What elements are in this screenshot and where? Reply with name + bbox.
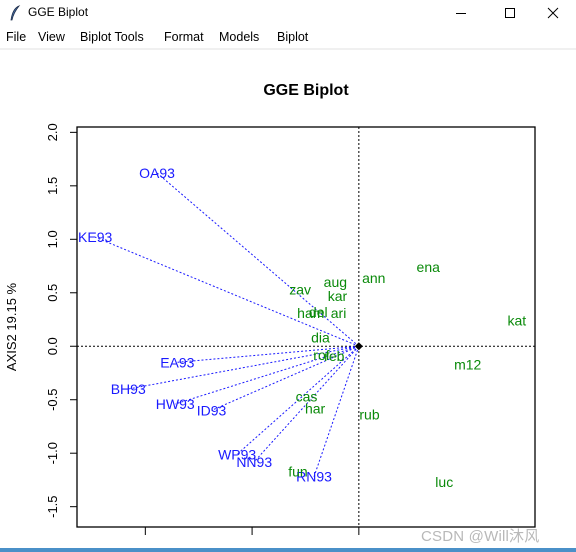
- gge-biplot-chart: GGE Biplot AXIS2 19.15 % 2.0 1.5 1.0 0.5 0.0…: [4, 82, 536, 535]
- environment-label: KE93: [78, 229, 112, 245]
- genotype-label: kar: [328, 288, 348, 304]
- genotype-label: rub: [359, 407, 379, 423]
- menu-biplot-tools[interactable]: Biplot Tools: [80, 30, 144, 44]
- menu-file[interactable]: File: [6, 30, 26, 44]
- genotype-label: luc: [435, 474, 453, 490]
- maximize-icon: [505, 8, 515, 18]
- title-bar: GGE Biplot: [0, 0, 576, 26]
- feather-icon: [10, 5, 21, 21]
- minimize-button[interactable]: [438, 0, 484, 26]
- y-tick-label: 2.0: [45, 123, 60, 141]
- close-button[interactable]: [530, 0, 576, 26]
- genotype-label: dia: [311, 330, 330, 346]
- genotype-label: zav: [289, 282, 311, 298]
- menu-models[interactable]: Models: [219, 30, 259, 44]
- environment-label: NN93: [236, 454, 272, 470]
- genotype-label: kat: [508, 313, 527, 329]
- genotype-label: reb: [324, 348, 344, 364]
- watermark: CSDN @Will沐风: [421, 528, 540, 545]
- window-bottom-border: [0, 548, 576, 552]
- minimize-icon: [456, 13, 466, 14]
- y-tick-label: -1.5: [45, 495, 60, 517]
- y-tick-label: 0.0: [45, 337, 60, 355]
- environment-label: ID93: [197, 402, 227, 418]
- y-tick-label: 1.0: [45, 230, 60, 248]
- y-tick-label: 0.5: [45, 284, 60, 302]
- y-tick-label: -1.0: [45, 442, 60, 464]
- y-tick-label: -0.5: [45, 389, 60, 411]
- y-tick-label: 1.5: [45, 177, 60, 195]
- origin-marker: [354, 342, 363, 351]
- genotype-label: ari: [331, 305, 347, 321]
- window-title: GGE Biplot: [28, 5, 89, 19]
- environment-label: OA93: [139, 165, 175, 181]
- genotype-label: m12: [454, 356, 481, 372]
- genotype-label: del: [309, 304, 328, 320]
- genotype-label: ena: [417, 259, 441, 275]
- maximize-button[interactable]: [487, 0, 533, 26]
- environment-label: HW93: [156, 396, 195, 412]
- genotype-label: har: [305, 400, 326, 416]
- y-axis-label: AXIS2 19.15 %: [4, 282, 19, 371]
- environment-vector: [156, 172, 360, 347]
- menu-biplot[interactable]: Biplot: [277, 30, 308, 44]
- environment-label: EA93: [160, 354, 194, 370]
- menu-bar: File View Biplot Tools Format Models Bip…: [0, 28, 576, 50]
- chart-title: GGE Biplot: [263, 82, 349, 99]
- menu-view[interactable]: View: [38, 30, 65, 44]
- genotype-label: fun: [288, 463, 307, 479]
- close-icon: [547, 7, 559, 19]
- menu-format[interactable]: Format: [164, 30, 204, 44]
- genotype-label: ann: [362, 270, 385, 286]
- environment-label: BH93: [111, 381, 146, 397]
